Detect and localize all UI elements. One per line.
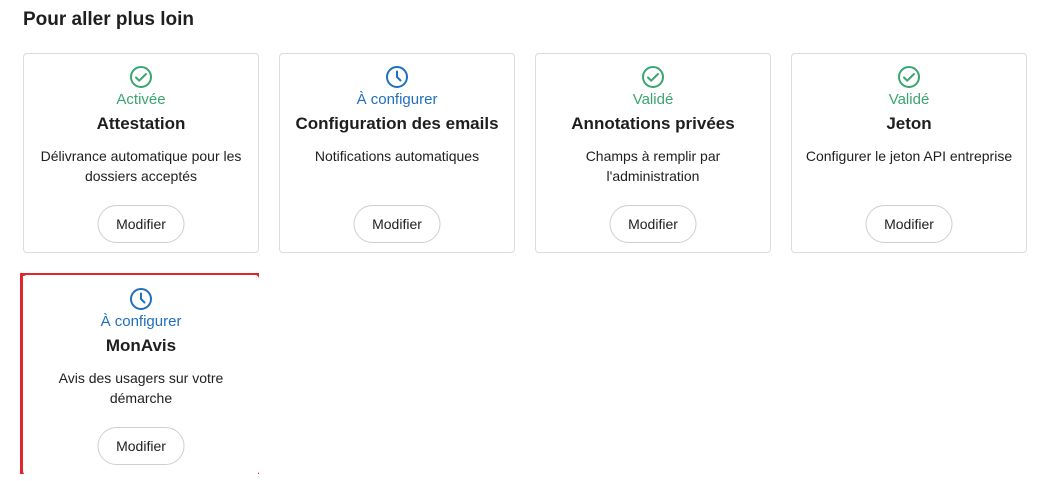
card-email-config: À configurer Configuration des emails No…: [279, 53, 515, 253]
modify-button[interactable]: Modifier: [353, 205, 441, 243]
check-circle-icon: [536, 65, 770, 89]
modify-button[interactable]: Modifier: [97, 427, 185, 465]
card-token: Validé Jeton Configurer le jeton API ent…: [791, 53, 1027, 253]
card-title: Attestation: [96, 114, 186, 133]
card-description: Notifications automatiques: [314, 148, 480, 164]
check-circle-icon: [792, 65, 1026, 89]
card-title: MonAvis: [105, 336, 177, 355]
status-label: À configurer: [100, 313, 182, 330]
card-title: Configuration des emails: [295, 114, 499, 133]
card-private-annotations: Validé Annotations privées Champs à remp…: [535, 53, 771, 253]
status-label: Activée: [116, 91, 166, 108]
check-circle-icon: [24, 65, 258, 89]
card-title: Annotations privées: [571, 114, 735, 133]
card-description: Délivrance automatique pour les dossiers…: [40, 148, 242, 184]
clock-icon: [24, 287, 258, 311]
modify-button[interactable]: Modifier: [97, 205, 185, 243]
modify-button[interactable]: Modifier: [609, 205, 697, 243]
card-description: Avis des usagers sur votre démarche: [58, 370, 224, 406]
card-monavis: À configurer MonAvis Avis des usagers su…: [23, 275, 259, 475]
status-label: Validé: [888, 91, 930, 108]
card-description: Champs à remplir par l'administration: [585, 148, 721, 184]
section-title: Pour aller plus loin: [23, 9, 195, 30]
card-title: Jeton: [886, 114, 932, 133]
status-label: À configurer: [356, 91, 438, 108]
modify-button[interactable]: Modifier: [865, 205, 953, 243]
status-label: Validé: [632, 91, 674, 108]
clock-icon: [280, 65, 514, 89]
card-description: Configurer le jeton API entreprise: [805, 148, 1013, 164]
card-attestation: Activée Attestation Délivrance automatiq…: [23, 53, 259, 253]
